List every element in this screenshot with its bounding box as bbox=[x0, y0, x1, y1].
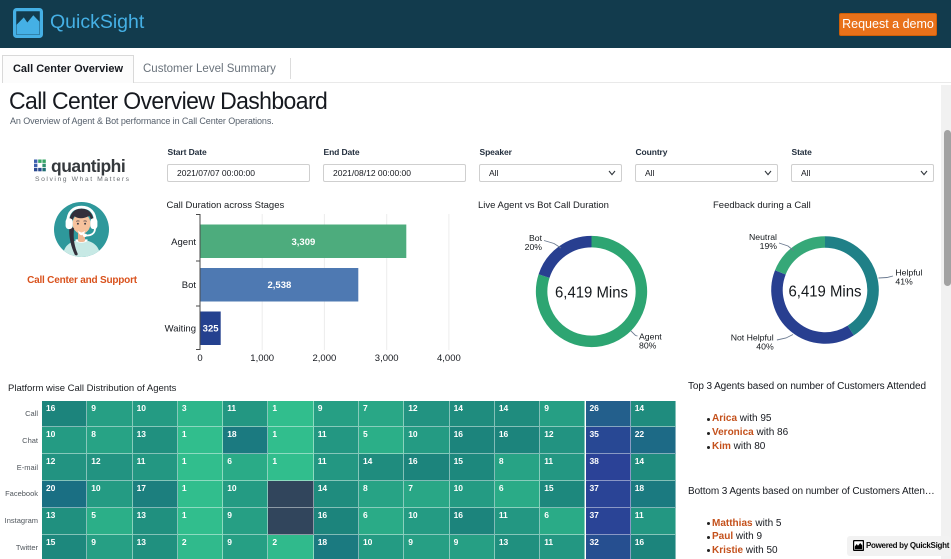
svg-text:80%: 80% bbox=[639, 340, 657, 350]
svg-text:2,538: 2,538 bbox=[268, 280, 292, 291]
svg-text:6,419 Mins: 6,419 Mins bbox=[789, 284, 862, 301]
svg-text:20%: 20% bbox=[525, 242, 543, 252]
svg-text:Waiting: Waiting bbox=[165, 324, 196, 335]
svg-text:41%: 41% bbox=[895, 276, 913, 286]
svg-text:19%: 19% bbox=[760, 241, 778, 251]
svg-text:3,000: 3,000 bbox=[375, 353, 399, 364]
svg-text:325: 325 bbox=[203, 324, 220, 335]
svg-text:3,309: 3,309 bbox=[292, 237, 316, 248]
svg-text:Bot: Bot bbox=[182, 280, 197, 291]
svg-text:6,419 Mins: 6,419 Mins bbox=[555, 285, 628, 302]
svg-text:0: 0 bbox=[197, 353, 202, 364]
svg-text:1,000: 1,000 bbox=[250, 353, 274, 364]
svg-text:4,000: 4,000 bbox=[437, 353, 461, 364]
svg-text:Agent: Agent bbox=[171, 237, 196, 248]
svg-text:40%: 40% bbox=[756, 341, 774, 351]
svg-text:2,000: 2,000 bbox=[313, 353, 337, 364]
